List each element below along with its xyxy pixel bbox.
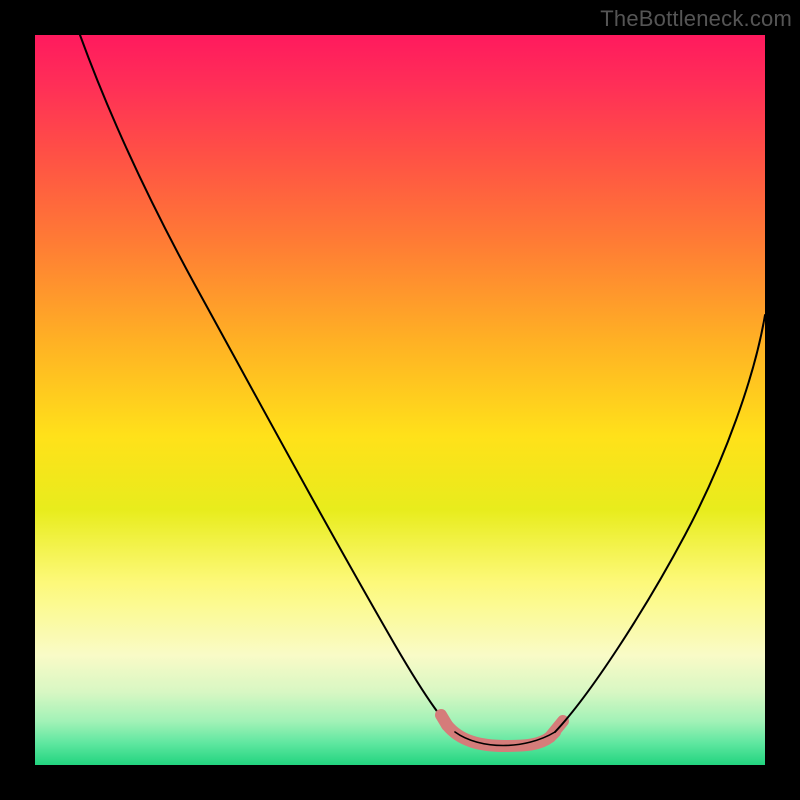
watermark-text: TheBottleneck.com	[600, 6, 792, 32]
plot-area	[35, 35, 765, 765]
optimal-zone-highlight	[447, 725, 555, 746]
curve-right-branch	[555, 315, 765, 732]
optimal-zone-start-tick	[441, 715, 447, 725]
bottleneck-curve	[35, 35, 765, 765]
chart-frame: TheBottleneck.com	[0, 0, 800, 800]
curve-left-branch	[80, 35, 455, 732]
